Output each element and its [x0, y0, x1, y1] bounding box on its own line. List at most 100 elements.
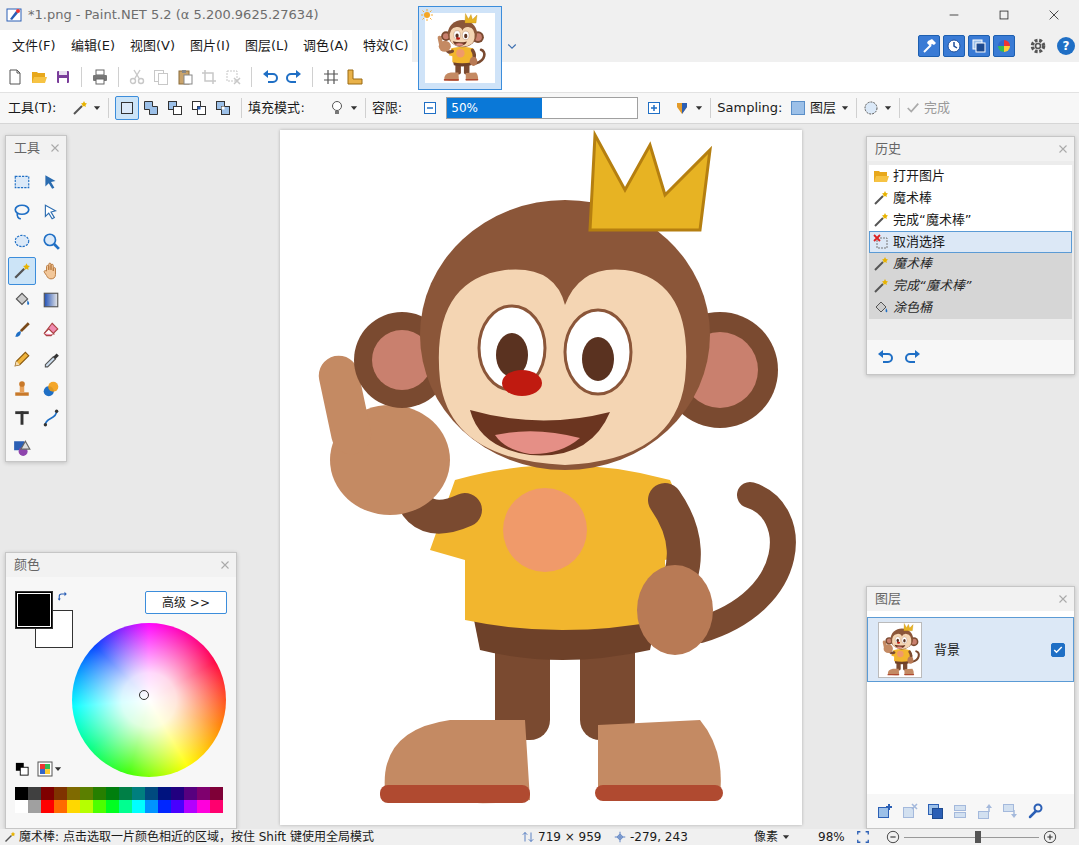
swap-colors-icon[interactable]	[57, 591, 69, 603]
color-wheel-marker[interactable]	[139, 690, 149, 700]
primary-color-swatch[interactable]	[15, 591, 53, 629]
palette-swatch[interactable]	[106, 800, 119, 813]
tolerance-slider[interactable]: 50%	[446, 97, 638, 119]
history-item[interactable]: 打开图片	[869, 165, 1072, 187]
history-redo-button[interactable]	[901, 345, 925, 369]
colors-panel-toggle[interactable]	[993, 35, 1015, 57]
layer-duplicate-button[interactable]	[923, 799, 947, 823]
picker-tool[interactable]	[37, 345, 65, 373]
pan-tool[interactable]	[37, 257, 65, 285]
palette-swatch[interactable]	[171, 787, 184, 800]
cut-button[interactable]	[125, 65, 149, 89]
reset-colors-icon[interactable]	[15, 762, 29, 776]
layer-delete-button[interactable]	[898, 799, 922, 823]
zoom-out-icon[interactable]	[886, 830, 900, 844]
dropdown-arrow-icon[interactable]	[694, 103, 704, 113]
magic-wand-tool[interactable]	[8, 257, 36, 285]
layer-properties-button[interactable]	[1023, 799, 1047, 823]
history-item[interactable]: 魔术棒	[869, 187, 1072, 209]
antialias-dropdown[interactable]	[863, 100, 893, 116]
history-panel-toggle[interactable]	[943, 35, 965, 57]
palette-swatch[interactable]	[80, 800, 93, 813]
advanced-colors-button[interactable]: 高级 >>	[145, 591, 227, 614]
palette-swatch[interactable]	[41, 787, 54, 800]
palette-swatch[interactable]	[28, 800, 41, 813]
recolor-tool[interactable]	[37, 375, 65, 403]
zoom-in-icon[interactable]	[1043, 830, 1057, 844]
dropdown-arrow-icon[interactable]	[92, 103, 102, 113]
dropdown-arrow-icon[interactable]	[349, 103, 359, 113]
palette-swatch[interactable]	[171, 800, 184, 813]
move-selected-tool[interactable]	[37, 168, 65, 196]
lasso-tool[interactable]	[8, 198, 36, 226]
history-panel-close-button[interactable]	[1054, 140, 1072, 158]
tools-panel-close-button[interactable]	[46, 139, 64, 157]
undo-button[interactable]	[258, 65, 282, 89]
print-button[interactable]	[88, 65, 112, 89]
palette-swatch[interactable]	[132, 787, 145, 800]
history-undo-button[interactable]	[873, 345, 897, 369]
layer-down-button[interactable]	[998, 799, 1022, 823]
dropdown-arrow-icon[interactable]	[53, 764, 63, 774]
selection-mode-button[interactable]	[139, 96, 163, 120]
history-item[interactable]: 完成“魔术棒”	[869, 209, 1072, 231]
finish-button[interactable]: 完成	[906, 98, 950, 118]
tools-panel-toggle[interactable]	[918, 35, 940, 57]
tolerance-decrease-button[interactable]	[418, 96, 442, 120]
dropdown-arrow-icon[interactable]	[840, 103, 850, 113]
palette-swatch[interactable]	[197, 787, 210, 800]
maximize-button[interactable]	[979, 0, 1029, 30]
tolerance-increase-button[interactable]	[642, 96, 666, 120]
palette-swatch[interactable]	[119, 800, 132, 813]
settings-button[interactable]	[1026, 34, 1050, 58]
paste-button[interactable]	[173, 65, 197, 89]
menu-item[interactable]: 文件(F)	[6, 34, 62, 58]
bucket-tool[interactable]	[8, 286, 36, 314]
rect-select-tool[interactable]	[8, 168, 36, 196]
move-selection-tool[interactable]	[37, 198, 65, 226]
palette-swatch[interactable]	[80, 787, 93, 800]
zoom-tool[interactable]	[37, 227, 65, 255]
brush-tool[interactable]	[8, 316, 36, 344]
palette-swatch[interactable]	[28, 787, 41, 800]
menu-item[interactable]: 调色(A)	[297, 34, 354, 58]
selection-mode-button[interactable]	[163, 96, 187, 120]
save-button[interactable]	[51, 65, 75, 89]
palette-swatch[interactable]	[93, 787, 106, 800]
palette-swatch[interactable]	[119, 787, 132, 800]
new-button[interactable]	[3, 65, 27, 89]
history-item[interactable]: 完成“魔术棒”	[869, 275, 1072, 297]
layer-up-button[interactable]	[973, 799, 997, 823]
selection-mode-button[interactable]	[115, 96, 139, 120]
grid-button[interactable]	[319, 65, 343, 89]
eraser-tool[interactable]	[37, 316, 65, 344]
pencil-tool[interactable]	[8, 345, 36, 373]
palette-swatch[interactable]	[145, 800, 158, 813]
crop-button[interactable]	[197, 65, 221, 89]
zoom-slider-thumb[interactable]	[975, 831, 981, 843]
history-item[interactable]: 涂色桶	[869, 297, 1072, 319]
open-button[interactable]	[27, 65, 51, 89]
layer-visibility-checkbox[interactable]	[1051, 643, 1065, 657]
minimize-button[interactable]	[929, 0, 979, 30]
palette-swatch[interactable]	[54, 800, 67, 813]
zoom-to-window-icon[interactable]	[856, 830, 870, 844]
palette-menu[interactable]	[37, 761, 63, 777]
layer-merge-button[interactable]	[948, 799, 972, 823]
copy-button[interactable]	[149, 65, 173, 89]
palette-swatch[interactable]	[93, 800, 106, 813]
palette-swatch[interactable]	[106, 787, 119, 800]
history-item[interactable]: 取消选择	[869, 231, 1072, 253]
menu-item[interactable]: 特效(C)	[357, 34, 414, 58]
palette-swatch[interactable]	[210, 787, 223, 800]
menu-item[interactable]: 视图(V)	[124, 34, 181, 58]
image-canvas[interactable]	[280, 130, 802, 825]
sampling-dropdown[interactable]: 图层	[790, 98, 850, 118]
palette-swatch[interactable]	[15, 787, 28, 800]
ruler-button[interactable]	[343, 65, 367, 89]
dropdown-arrow-icon[interactable]	[781, 832, 791, 842]
colors-panel-close-button[interactable]	[216, 556, 234, 574]
current-tool-dropdown[interactable]	[72, 100, 102, 116]
image-tab[interactable]	[418, 6, 502, 90]
palette-swatch[interactable]	[210, 800, 223, 813]
